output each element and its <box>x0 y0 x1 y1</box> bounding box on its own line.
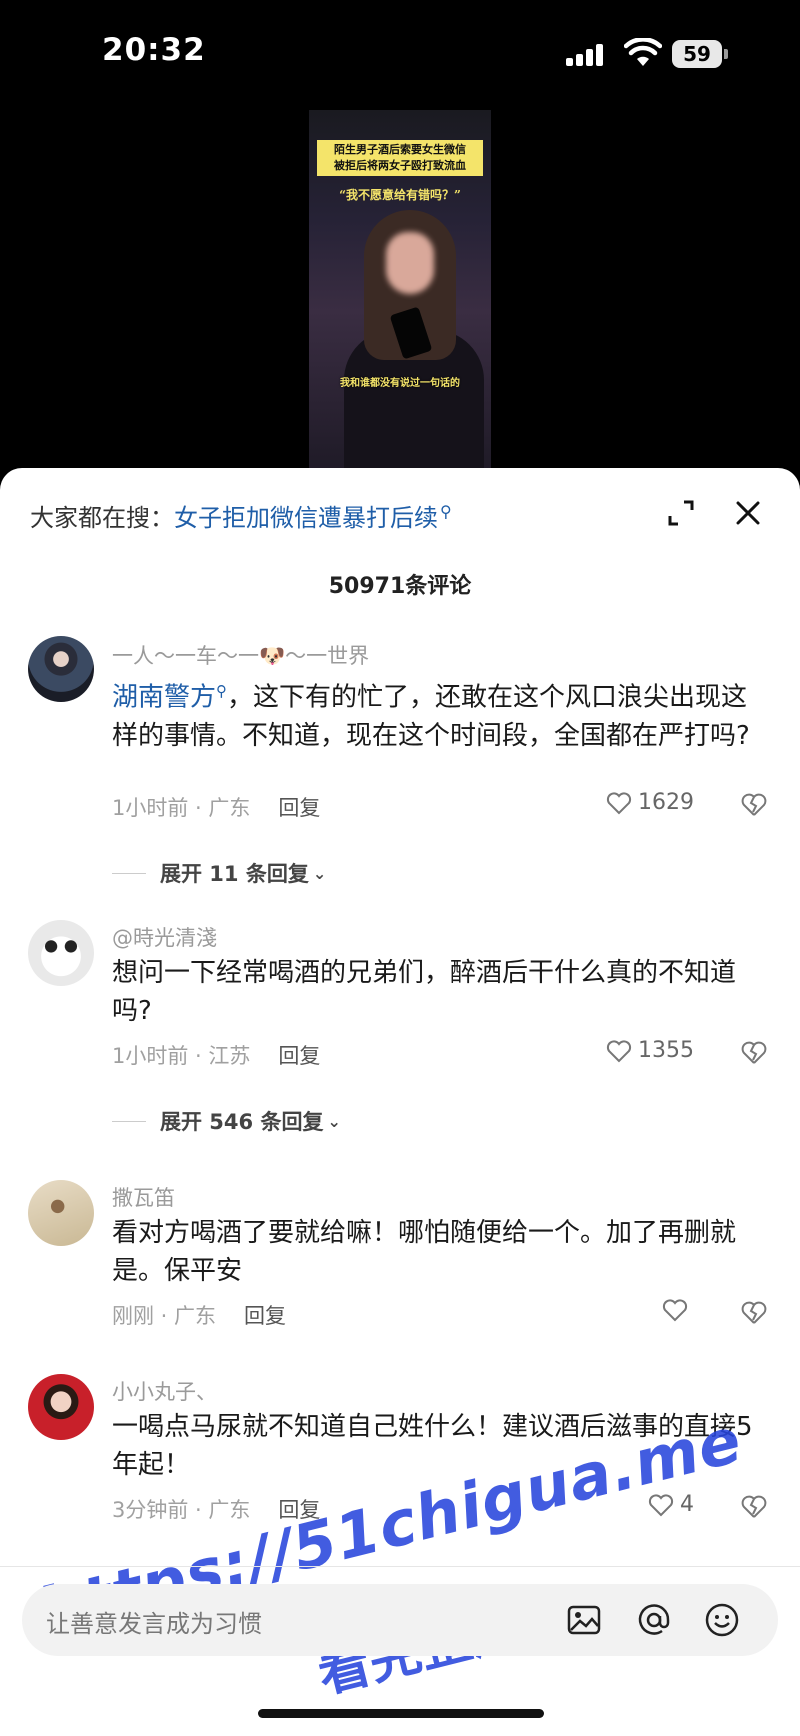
heart-icon <box>606 1039 632 1062</box>
status-bar: 20:32 59 <box>0 0 800 100</box>
expand-replies-button[interactable]: 展开 11 条回复 ⌄ <box>112 858 326 888</box>
comment-sheet: 大家都在搜：女子拒加微信遭暴打后续 ⚲ 50971条评论 一人～一车～一🐶～一世界… <box>0 468 800 1736</box>
comment-count: 50971条评论 <box>328 574 472 599</box>
like-count: 1355 <box>638 1038 694 1063</box>
like-button[interactable]: 1355 <box>606 1038 694 1063</box>
comment-time-location: 3分钟前 · 广东 <box>112 1498 251 1522</box>
avatar[interactable] <box>28 920 94 986</box>
broken-heart-icon[interactable] <box>740 1494 768 1520</box>
like-button[interactable]: 1629 <box>606 790 694 815</box>
comment-time-location: 刚刚 · 广东 <box>112 1304 217 1328</box>
broken-heart-icon[interactable] <box>740 792 768 818</box>
reply-button[interactable]: 回复 <box>278 1044 320 1068</box>
comment-username[interactable]: 小小丸子、 <box>112 1376 217 1406</box>
comment-time-location: 1小时前 · 江苏 <box>112 1044 251 1068</box>
at-mention-icon[interactable] <box>636 1602 672 1638</box>
comment-mention[interactable]: 湖南警方 <box>112 683 216 713</box>
like-count: 4 <box>680 1492 694 1517</box>
search-icon: ⚲ <box>216 682 228 700</box>
avatar[interactable] <box>28 636 94 702</box>
image-icon[interactable] <box>566 1602 602 1638</box>
avatar[interactable] <box>28 1374 94 1440</box>
heart-icon <box>648 1493 674 1516</box>
video-title-line-2: 被拒后将两女子殴打致流血 <box>334 159 466 172</box>
comment-text: 一喝点马尿就不知道自己姓什么！建议酒后滋事的直接5年起！ <box>112 1412 753 1480</box>
cellular-signal-icon <box>566 44 606 66</box>
divider <box>112 1120 146 1122</box>
comment-username[interactable]: @時光清淺 <box>112 922 217 952</box>
avatar[interactable] <box>28 1180 94 1246</box>
wifi-icon <box>624 38 662 66</box>
video-person <box>344 210 484 476</box>
home-indicator[interactable] <box>258 1709 544 1718</box>
comment-meta: 3分钟前 · 广东 回复 <box>112 1494 320 1524</box>
reply-button[interactable]: 回复 <box>244 1304 286 1328</box>
fullscreen-icon[interactable] <box>666 498 696 528</box>
trending-search-prefix: 大家都在搜： <box>30 504 174 532</box>
expand-replies-label: 展开 546 条回复 <box>160 1110 324 1134</box>
comment-username[interactable]: 撒瓦笛 <box>112 1182 175 1212</box>
broken-heart-icon[interactable] <box>740 1300 768 1326</box>
divider <box>112 872 146 874</box>
trending-search-keyword[interactable]: 女子拒加微信遭暴打后续 <box>174 504 438 532</box>
comment-meta: 刚刚 · 广东 回复 <box>112 1300 286 1330</box>
comment-meta: 1小时前 · 广东 回复 <box>112 792 320 822</box>
comment-time-location: 1小时前 · 广东 <box>112 796 251 820</box>
reply-button[interactable]: 回复 <box>278 796 320 820</box>
expand-replies-button[interactable]: 展开 546 条回复 ⌄ <box>112 1106 341 1136</box>
like-button[interactable] <box>662 1298 694 1322</box>
expand-replies-label: 展开 11 条回复 <box>160 862 309 886</box>
chevron-down-icon: ⌄ <box>312 863 327 883</box>
comment-text: 想问一下经常喝酒的兄弟们，醉酒后干什么真的不知道吗? <box>112 958 737 1026</box>
comment-text: 湖南警方⚲，这下有的忙了，还敢在这个风口浪尖出现这样的事情。不知道，现在这个时间… <box>112 672 762 755</box>
heart-icon <box>662 1299 688 1322</box>
comment-meta: 1小时前 · 江苏 回复 <box>112 1040 320 1070</box>
battery-icon: 59 <box>672 40 728 68</box>
comment-input-placeholder: 让善意发言成为习惯 <box>46 1610 262 1638</box>
comment-text: 看对方喝酒了要就给嘛！哪怕随便给一个。加了再删就是。保平安 <box>112 1218 737 1286</box>
like-button[interactable]: 4 <box>648 1492 694 1517</box>
comment-input[interactable]: 让善意发言成为习惯 <box>22 1584 778 1656</box>
status-time: 20:32 <box>102 32 206 68</box>
broken-heart-icon[interactable] <box>740 1040 768 1066</box>
emoji-icon[interactable] <box>704 1602 740 1638</box>
video-thumbnail[interactable]: 陌生男子酒后索要女生微信 被拒后将两女子殴打致流血 “我不愿意给有错吗？” 我和… <box>309 110 491 476</box>
heart-icon <box>606 791 632 814</box>
search-icon: ⚲ <box>440 502 452 521</box>
like-count: 1629 <box>638 790 694 815</box>
comment-username[interactable]: 一人～一车～一🐶～一世界 <box>112 640 369 670</box>
trending-search[interactable]: 大家都在搜：女子拒加微信遭暴打后续 ⚲ <box>30 498 452 538</box>
divider <box>0 1566 800 1567</box>
video-title-line-1: 陌生男子酒后索要女生微信 <box>334 143 466 156</box>
video-quote: “我不愿意给有错吗？” <box>339 188 461 202</box>
reply-button[interactable]: 回复 <box>278 1498 320 1522</box>
video-title: 陌生男子酒后索要女生微信 被拒后将两女子殴打致流血 <box>317 140 483 176</box>
close-icon[interactable] <box>733 498 763 528</box>
video-subtitle: 我和谁都没有说过一句话的 <box>340 378 460 389</box>
chevron-down-icon: ⌄ <box>327 1111 341 1131</box>
